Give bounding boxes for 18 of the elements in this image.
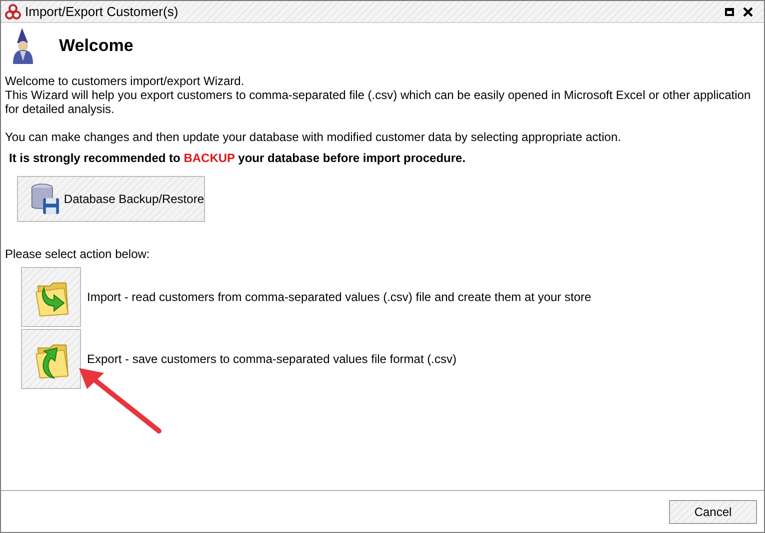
- note-text: You can make changes and then update your database with modified customer data by selecting appropriate action.: [5, 130, 622, 144]
- intro-text: Welcome to customers import/export Wizard.: [5, 74, 246, 88]
- action-description: Import - read customers from comma-separated values (.csv) file and create them at your store: [87, 289, 592, 306]
- import-action-button[interactable]: [21, 267, 81, 327]
- backup-warning: It is strongly recommended to BACKUP your database before import procedure.: [9, 150, 467, 167]
- database-disk-icon: [30, 182, 60, 216]
- prompt-text: Please select action below:: [5, 246, 151, 263]
- page-heading: Welcome: [59, 34, 134, 57]
- window-title: Import/Export Customer(s): [25, 2, 180, 21]
- close-button[interactable]: [740, 4, 756, 18]
- cancel-button[interactable]: Cancel: [669, 500, 757, 524]
- close-icon: [743, 6, 753, 16]
- app-logo-icon: [5, 4, 21, 20]
- maximize-icon: [724, 8, 734, 16]
- intro-text: This Wizard will help you export customers to comma-separated file (.csv) which can be easily opened in Microsoft Excel or other application for detailed analysis.: [5, 88, 752, 116]
- action-description: Export - save customers to comma-separated values file format (.csv): [87, 351, 456, 368]
- export-action-button[interactable]: [21, 329, 81, 389]
- backup-restore-button[interactable]: Database Backup/Restore: [17, 176, 205, 222]
